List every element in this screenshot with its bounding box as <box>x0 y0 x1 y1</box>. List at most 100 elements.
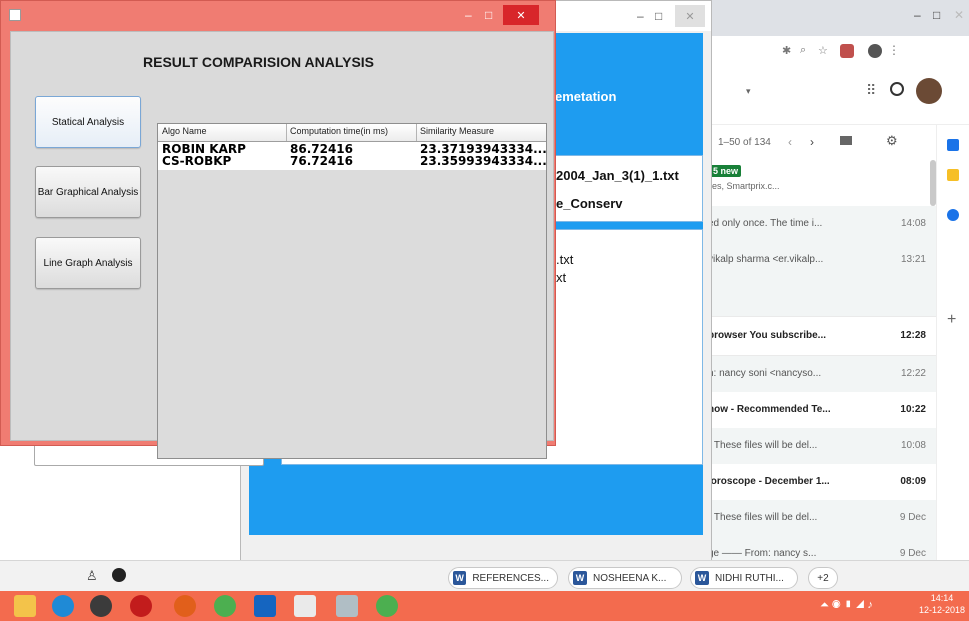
apps-grid-icon[interactable]: ⠿ <box>866 82 876 99</box>
mail-row[interactable]: vikalp sharma <er.vikalp... 13:21 <box>700 242 936 317</box>
mail-time: 12:28 <box>900 330 926 341</box>
pagination-bar: 1–50 of 134 ‹ › ⚙ <box>700 125 936 161</box>
mail-row[interactable]: - These files will be del... 10:08 <box>700 428 936 466</box>
col-separator <box>286 124 287 141</box>
mail-row[interactable]: now - Recommended Te... 10:22 <box>700 392 936 430</box>
mail-snippet: browser You subscribe... <box>708 330 826 341</box>
cell-time: 76.72416 <box>290 154 354 168</box>
tasks-icon[interactable] <box>947 209 959 221</box>
profile-avatar-icon[interactable] <box>868 44 882 58</box>
mail-row[interactable]: browser You subscribe... 12:28 <box>700 318 936 356</box>
browser-window: – □ ✕ ☆ ⌕ ✱ ⋮ ▾ ⠿ 1–50 of 134 ‹ › ⚙ 5 ne… <box>700 0 969 591</box>
download-item[interactable]: W NIDHI RUTHI... <box>690 567 798 589</box>
middle-minimize-button[interactable]: – <box>637 9 644 23</box>
col-header-similarity[interactable]: Similarity Measure <box>420 126 494 136</box>
statical-analysis-button[interactable]: Statical Analysis <box>35 96 141 148</box>
download-bar: ♙ W REFERENCES... W NOSHEENA K... W NIDH… <box>0 560 969 592</box>
file-list-line-2: xt <box>556 270 567 285</box>
keep-icon[interactable] <box>947 169 959 181</box>
new-badge: 5 new <box>710 165 742 177</box>
result-minimize-button[interactable]: – <box>465 8 472 22</box>
extension-icon[interactable]: ✱ <box>782 44 791 57</box>
prev-page-icon[interactable]: ‹ <box>788 135 792 149</box>
bar-graphical-analysis-button[interactable]: Bar Graphical Analysis <box>35 166 141 218</box>
mail-time: 10:08 <box>900 440 926 451</box>
file-explorer-icon[interactable] <box>14 595 36 617</box>
promotions-senders: ies, Smartprix.c... <box>710 181 780 191</box>
mail-snippet: ge —— From: nancy s... <box>708 548 817 559</box>
result-window-titlebar[interactable]: – □ ✕ <box>1 1 555 31</box>
mail-row[interactable]: n: nancy soni <nancyso... 12:22 <box>700 356 936 394</box>
mail-time: 12:22 <box>900 368 926 379</box>
java-icon[interactable] <box>294 595 316 617</box>
word-file-icon: W <box>573 571 587 585</box>
paint-icon[interactable] <box>336 595 358 617</box>
file-list-line-1: .txt <box>556 252 574 267</box>
opera-icon[interactable] <box>130 595 152 617</box>
account-avatar[interactable] <box>916 78 942 104</box>
mail-snippet: - These files will be del... <box>708 440 818 451</box>
input-tools-icon[interactable] <box>840 136 852 145</box>
result-maximize-button[interactable]: □ <box>485 8 492 22</box>
table-row[interactable]: CS-ROBKP 76.72416 23.35993943334... <box>158 154 547 168</box>
download-item-label: NIDHI RUTHI... <box>715 572 784 584</box>
mail-time: 13:21 <box>900 254 926 265</box>
browser-minimize-button[interactable]: – <box>914 8 921 22</box>
notifications-icon[interactable] <box>890 82 904 96</box>
col-header-algo[interactable]: Algo Name <box>162 126 207 136</box>
assistant-icon[interactable] <box>112 568 126 582</box>
mail-row[interactable]: ed only once. The time i... 14:08 <box>700 206 936 244</box>
conserv-text: e_Conserv <box>556 196 623 211</box>
edge-browser-icon[interactable] <box>52 595 74 617</box>
system-tray-icons[interactable]: ⏶ ◉ ▮ ◢ ♪ <box>820 599 873 612</box>
zoom-icon[interactable]: ⌕ <box>800 44 806 57</box>
gmail-header: ▾ ⠿ <box>700 66 969 125</box>
mail-snippet: loroscope - December 1... <box>708 476 830 487</box>
hp-icon[interactable] <box>90 595 112 617</box>
more-downloads-button[interactable]: +2 <box>808 567 838 589</box>
calendar-icon[interactable] <box>947 139 959 151</box>
address-bar[interactable]: ☆ ⌕ ✱ ⋮ <box>700 36 969 67</box>
mail-snippet: ed only once. The time i... <box>708 218 823 229</box>
pdf-extension-icon[interactable] <box>840 44 854 58</box>
firefox-icon[interactable] <box>174 595 196 617</box>
result-close-button[interactable]: ✕ <box>503 5 539 25</box>
pagination-text: 1–50 of 134 <box>718 137 771 148</box>
browser-maximize-button[interactable]: □ <box>933 8 940 22</box>
cube-app-icon[interactable] <box>254 595 276 617</box>
scrollbar-thumb[interactable] <box>930 160 936 206</box>
mail-snippet: now - Recommended Te... <box>708 404 831 415</box>
download-item[interactable]: W REFERENCES... <box>448 567 558 589</box>
line-graph-analysis-button[interactable]: Line Graph Analysis <box>35 237 141 289</box>
mail-snippet: vikalp sharma <er.vikalp... <box>708 254 824 265</box>
chrome-icon-2[interactable] <box>376 595 398 617</box>
mail-row[interactable]: loroscope - December 1... 08:09 <box>700 464 936 502</box>
person-icon[interactable]: ♙ <box>86 568 98 584</box>
mail-time: 08:09 <box>900 476 926 487</box>
chrome-icon[interactable] <box>214 595 236 617</box>
add-addon-icon[interactable]: + <box>947 311 956 329</box>
download-item[interactable]: W NOSHEENA K... <box>568 567 682 589</box>
table-header: Algo Name Computation time(in ms) Simila… <box>158 124 546 142</box>
word-file-icon: W <box>695 571 709 585</box>
java-app-icon <box>9 9 21 21</box>
promotions-category[interactable]: 5 new ies, Smartprix.c... <box>700 161 936 205</box>
col-header-time[interactable]: Computation time(in ms) <box>290 126 388 136</box>
chrome-menu-icon[interactable]: ⋮ <box>888 43 900 57</box>
middle-close-button[interactable]: ✕ <box>675 5 705 27</box>
mail-snippet: - These files will be del... <box>708 512 818 523</box>
clock-date[interactable]: 12-12-2018 <box>918 605 966 615</box>
bookmark-star-icon[interactable]: ☆ <box>818 44 828 57</box>
mail-row[interactable]: - These files will be del... 9 Dec <box>700 500 936 538</box>
mail-time: 14:08 <box>900 218 926 229</box>
clock-time[interactable]: 14:14 <box>918 593 966 603</box>
implementation-label: emetation <box>555 89 617 104</box>
download-item-label: NOSHEENA K... <box>593 572 667 584</box>
search-options-icon[interactable]: ▾ <box>746 86 751 97</box>
next-page-icon[interactable]: › <box>810 135 814 149</box>
browser-tabbar: – □ ✕ <box>700 0 969 36</box>
middle-maximize-button[interactable]: □ <box>655 9 662 23</box>
browser-close-button[interactable]: ✕ <box>954 8 964 22</box>
settings-gear-icon[interactable]: ⚙ <box>886 133 898 149</box>
page-title: RESULT COMPARISION ANALYSIS <box>143 54 375 70</box>
